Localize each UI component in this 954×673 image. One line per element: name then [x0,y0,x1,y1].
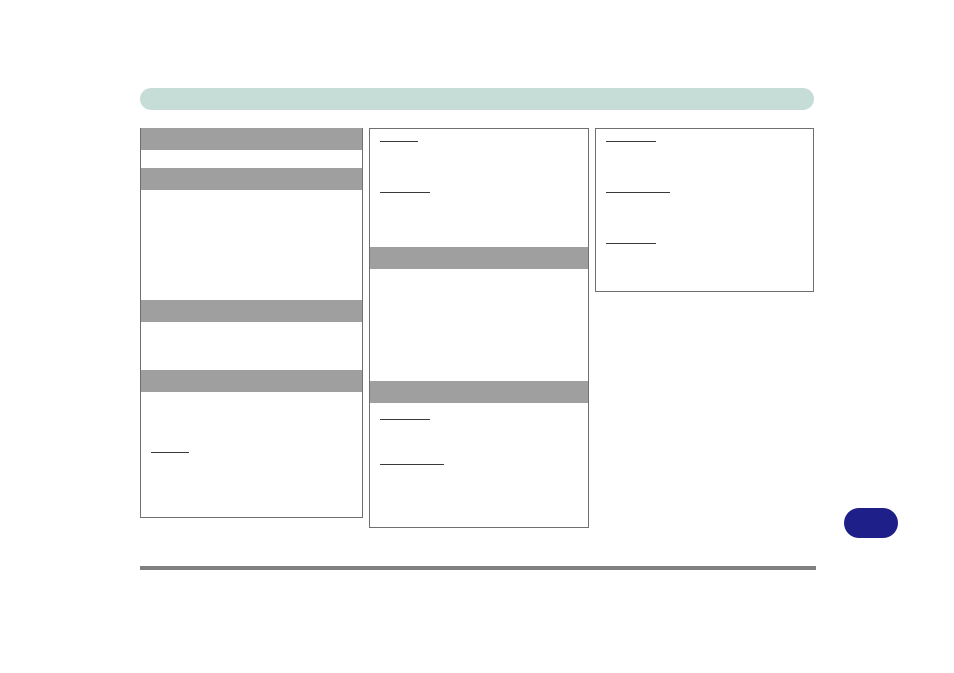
col2-gap-1 [370,142,587,192]
column-1 [140,128,363,518]
col1-gap-3 [141,322,362,370]
col2-pad-top [370,129,587,141]
columns-row [140,128,814,528]
col2-gap-5 [370,420,587,464]
header-bar [140,88,814,110]
col1-link-1[interactable] [151,452,189,453]
col3-pad-top [596,129,813,141]
column-3 [595,128,814,292]
col1-gap-1 [141,150,362,168]
col2-gap-4 [370,403,587,419]
col3-gap-2 [596,193,813,243]
col2-band-1 [370,247,587,269]
col1-band-1 [141,128,362,150]
page [0,0,954,528]
footer-divider [140,566,816,570]
column-2 [369,128,588,528]
col2-link-4[interactable] [380,464,444,465]
col3-link-3[interactable] [606,243,656,244]
col2-gap-3 [370,269,587,381]
col1-gap-2 [141,190,362,300]
action-button[interactable] [844,508,898,538]
col1-band-4 [141,370,362,392]
col3-gap-1 [596,142,813,192]
col1-band-3 [141,300,362,322]
col1-band-2 [141,168,362,190]
col2-gap-2 [370,193,587,247]
col1-gap-4 [141,392,362,452]
col2-band-2 [370,381,587,403]
